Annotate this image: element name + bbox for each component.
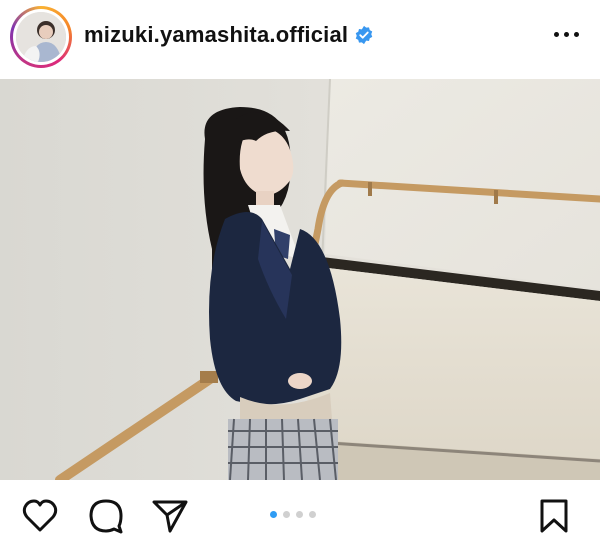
avatar-ring-gap bbox=[13, 9, 69, 65]
heart-icon bbox=[22, 499, 58, 532]
more-options-icon-dot bbox=[573, 31, 579, 37]
comment-icon bbox=[89, 499, 123, 534]
carousel-dot-2[interactable] bbox=[283, 511, 290, 518]
photo-illustration bbox=[0, 79, 600, 480]
post-header: mizuki.yamashita.official bbox=[0, 0, 600, 78]
like-button[interactable] bbox=[20, 496, 60, 536]
avatar[interactable] bbox=[16, 12, 66, 62]
carousel-indicator bbox=[270, 511, 316, 518]
carousel-dot-3[interactable] bbox=[296, 511, 303, 518]
more-options-icon-dot bbox=[563, 31, 569, 37]
more-options-button[interactable] bbox=[546, 22, 586, 46]
comment-button[interactable] bbox=[86, 496, 126, 536]
bookmark-icon bbox=[540, 499, 568, 533]
avatar-photo bbox=[16, 12, 66, 62]
username-link[interactable]: mizuki.yamashita.official bbox=[84, 22, 348, 48]
post-photo[interactable] bbox=[0, 79, 600, 480]
verified-badge-icon bbox=[355, 25, 373, 45]
more-options-icon bbox=[553, 31, 559, 37]
save-button[interactable] bbox=[534, 496, 574, 536]
carousel-dot-1[interactable] bbox=[270, 511, 277, 518]
avatar-story-ring[interactable] bbox=[10, 6, 72, 68]
carousel-dot-4[interactable] bbox=[309, 511, 316, 518]
paper-plane-icon bbox=[152, 500, 188, 533]
post-action-bar bbox=[0, 484, 600, 550]
share-button[interactable] bbox=[150, 496, 190, 536]
